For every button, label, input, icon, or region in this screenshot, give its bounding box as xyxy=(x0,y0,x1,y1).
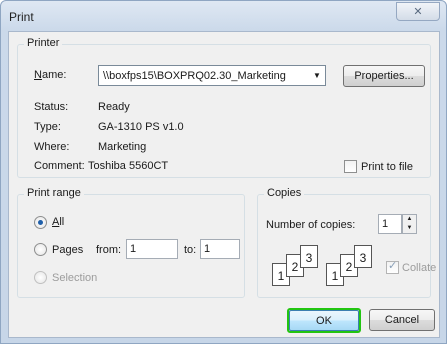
from-label: from: xyxy=(96,244,122,256)
pages-radio[interactable] xyxy=(34,243,47,256)
all-radio[interactable] xyxy=(34,216,47,229)
pages-radio-label[interactable]: Pages xyxy=(52,244,83,256)
comment-value: Toshiba 5560CT xyxy=(88,160,169,172)
collate-checkbox[interactable] xyxy=(386,259,399,274)
print-to-file-label[interactable]: Print to file xyxy=(361,161,413,173)
from-page-input[interactable]: 1 xyxy=(126,239,178,259)
chevron-down-icon: ▼ xyxy=(313,71,321,80)
collate-label[interactable]: Collate xyxy=(402,262,436,274)
number-of-copies-label: Number of copies: xyxy=(266,219,356,231)
cancel-button[interactable]: Cancel xyxy=(369,309,435,331)
to-page-input[interactable]: 1 xyxy=(200,239,240,259)
page-digit: 1 xyxy=(331,269,339,283)
page-digit: 2 xyxy=(291,260,299,274)
ok-button-face: OK xyxy=(289,310,359,331)
page-digit: 1 xyxy=(277,269,285,283)
page-icon: 3 xyxy=(300,245,318,268)
print-dialog: Print ✕ Printer Name: \\boxfps15\BOXPRQ0… xyxy=(0,0,447,344)
copies-spinner[interactable]: ▲ ▼ xyxy=(402,214,417,234)
properties-button-label: Properties... xyxy=(354,70,414,82)
type-label: Type: xyxy=(34,121,61,133)
collate-preview-icon-2: 1 2 3 xyxy=(326,245,380,289)
all-radio-text: ll xyxy=(59,216,65,228)
page-icon: 3 xyxy=(354,245,372,268)
all-radio-label[interactable]: All xyxy=(52,216,64,228)
copies-input[interactable]: 1 xyxy=(378,214,402,234)
copies-value: 1 xyxy=(382,218,389,230)
close-button[interactable]: ✕ xyxy=(396,2,440,21)
ok-button-label: OK xyxy=(316,314,332,327)
collate-preview-icon-1: 1 2 3 xyxy=(272,245,326,289)
ok-button[interactable]: OK xyxy=(287,308,361,333)
cancel-button-label: Cancel xyxy=(384,314,420,326)
copies-group-label: Copies xyxy=(264,187,305,199)
properties-button[interactable]: Properties... xyxy=(343,65,425,87)
printer-group: Printer Name: \\boxfps15\BOXPRQ02.30_Mar… xyxy=(17,37,431,178)
title-bar[interactable]: Print ✕ xyxy=(1,1,446,31)
window-title: Print xyxy=(9,10,34,24)
spin-up-icon[interactable]: ▲ xyxy=(403,215,416,224)
printer-group-label: Printer xyxy=(24,37,63,49)
selection-radio-label[interactable]: Selection xyxy=(52,272,97,284)
printer-name-combo[interactable]: \\boxfps15\BOXPRQ02.30_Marketing ▼ xyxy=(98,65,326,86)
to-label: to: xyxy=(184,244,197,256)
where-label: Where: xyxy=(34,141,70,153)
where-value: Marketing xyxy=(98,141,147,153)
to-page-value: 1 xyxy=(204,243,211,255)
dialog-body: Printer Name: \\boxfps15\BOXPRQ02.30_Mar… xyxy=(8,31,440,338)
print-range-group: Print range All Pages from: 1 to: 1 Sele… xyxy=(17,187,245,298)
type-value: GA-1310 PS v1.0 xyxy=(98,121,184,133)
page-digit: 2 xyxy=(345,260,353,274)
status-label: Status: xyxy=(34,101,69,113)
name-label: Name: xyxy=(34,69,67,81)
comment-label: Comment: xyxy=(34,160,85,172)
status-value: Ready xyxy=(98,101,130,113)
from-page-value: 1 xyxy=(130,243,137,255)
selection-radio[interactable] xyxy=(34,271,47,284)
print-range-group-label: Print range xyxy=(24,187,84,199)
spin-down-icon[interactable]: ▼ xyxy=(403,224,416,233)
print-to-file-checkbox[interactable] xyxy=(344,160,357,173)
close-icon: ✕ xyxy=(413,6,423,18)
page-digit: 3 xyxy=(359,251,367,265)
page-digit: 3 xyxy=(305,251,313,265)
printer-name-value: \\boxfps15\BOXPRQ02.30_Marketing xyxy=(103,69,286,82)
copies-group: Copies Number of copies: 1 ▲ ▼ 1 2 3 1 2… xyxy=(257,187,436,298)
